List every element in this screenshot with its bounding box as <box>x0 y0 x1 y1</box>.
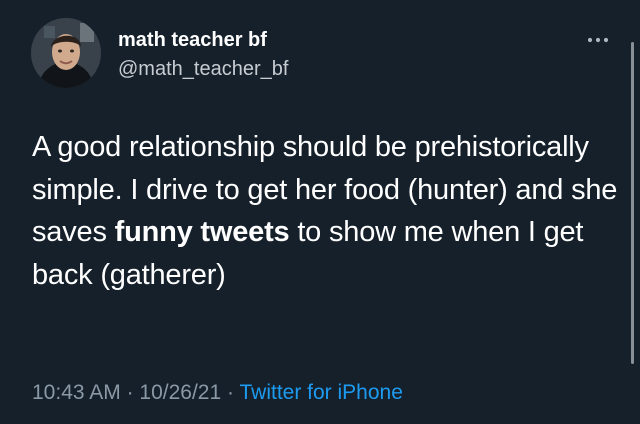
tweet-metadata: 10:43 AM · 10/26/21 · Twitter for iPhone <box>32 381 403 405</box>
username-handle[interactable]: @math_teacher_bf <box>118 58 288 81</box>
metadata-separator: · <box>126 381 134 404</box>
avatar[interactable] <box>31 18 101 88</box>
tweet-source-link[interactable]: Twitter for iPhone <box>239 381 402 404</box>
metadata-separator: · <box>227 381 235 404</box>
more-horizontal-icon[interactable] <box>586 34 610 46</box>
display-name[interactable]: math teacher bf <box>118 29 267 52</box>
tweet-text-bold-segment: funny tweets <box>114 216 290 248</box>
tweet-time[interactable]: 10:43 AM <box>32 381 121 404</box>
tweet-date[interactable]: 10/26/21 <box>139 381 221 404</box>
scrollbar[interactable] <box>631 42 634 364</box>
tweet-text: A good relationship should be prehistori… <box>32 126 622 296</box>
profile-photo-icon <box>31 18 101 88</box>
tweet-card: math teacher bf @math_teacher_bf A good … <box>0 0 640 424</box>
